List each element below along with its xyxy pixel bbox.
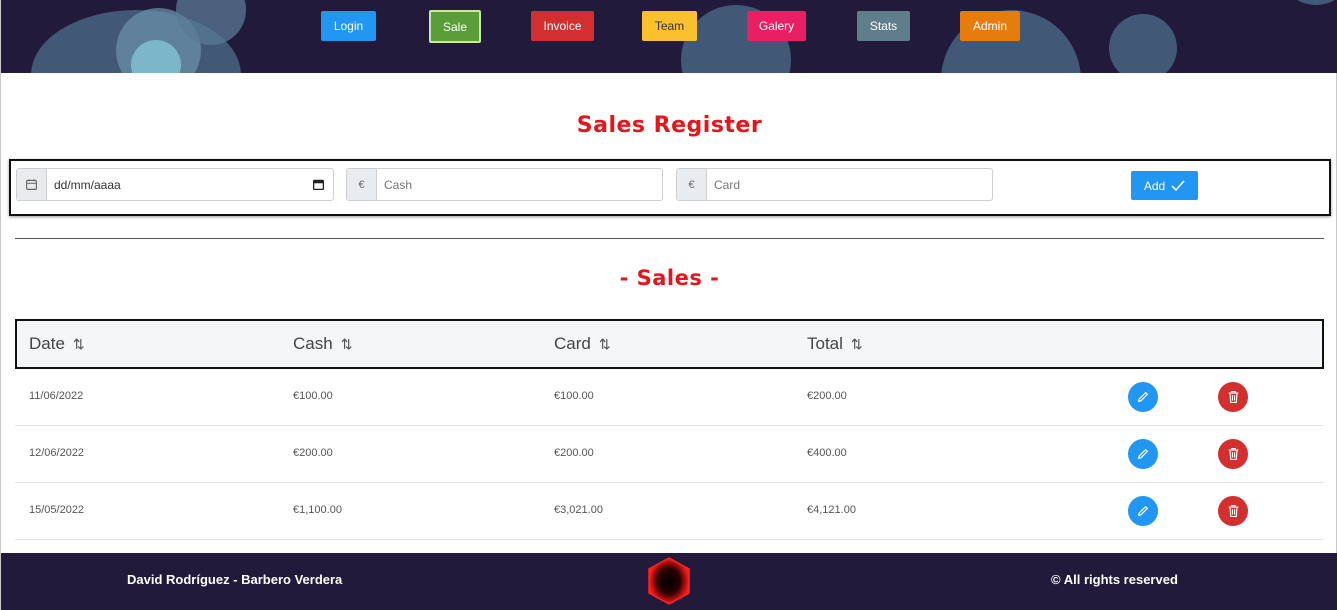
sales-title: - Sales - bbox=[619, 266, 720, 290]
sales-register-form: dd/mm/aaaa € Cash € Card Add bbox=[9, 159, 1331, 216]
cell-date: 15/05/2022 bbox=[29, 504, 85, 516]
add-label: Add bbox=[1143, 178, 1166, 193]
app-frame: Login Sale Invoice Team Galery Stats Adm… bbox=[0, 0, 1337, 610]
card-input-group: € Card bbox=[676, 168, 993, 201]
add-sale-button[interactable]: Add bbox=[1131, 171, 1198, 200]
pencil-icon bbox=[1138, 449, 1148, 459]
pencil-icon bbox=[1138, 506, 1148, 516]
cell-date: 11/06/2022 bbox=[29, 390, 84, 402]
nav-galery-button[interactable]: Galery bbox=[747, 11, 806, 41]
table-row: 15/05/2022 €1,100.00 €3,021.00 €4,121.00 bbox=[15, 483, 1324, 540]
header-date-label: Date bbox=[29, 334, 65, 353]
cell-cash: €1,100.00 bbox=[293, 504, 342, 516]
top-navbar: Login Sale Invoice Team Galery Stats Adm… bbox=[1, 0, 1337, 73]
edit-button[interactable] bbox=[1128, 496, 1158, 526]
sort-icon[interactable]: ⇅ bbox=[341, 336, 353, 353]
euro-addon: € bbox=[677, 169, 707, 200]
header-cash-label: Cash bbox=[293, 334, 333, 353]
table-row: 12/06/2022 €200.00 €200.00 €400.00 bbox=[15, 426, 1324, 483]
date-picker-icon[interactable] bbox=[312, 178, 325, 191]
nav-admin-button[interactable]: Admin bbox=[960, 11, 1020, 41]
trash-icon bbox=[1228, 448, 1238, 460]
cash-field[interactable]: Cash bbox=[377, 169, 662, 200]
table-row: 11/06/2022 €100.00 €100.00 €200.00 bbox=[15, 369, 1324, 426]
edit-button[interactable] bbox=[1128, 382, 1158, 412]
form-title: Sales Register bbox=[576, 113, 763, 138]
decorative-bubble bbox=[1109, 14, 1177, 73]
date-field[interactable]: dd/mm/aaaa bbox=[47, 169, 333, 200]
nav-login-button[interactable]: Login bbox=[321, 11, 376, 41]
euro-icon: € bbox=[358, 178, 365, 191]
delete-button[interactable] bbox=[1218, 439, 1248, 469]
cell-total: €4,121.00 bbox=[807, 504, 856, 516]
cell-date: 12/06/2022 bbox=[29, 447, 85, 459]
card-field[interactable]: Card bbox=[707, 169, 992, 200]
copyright-icon: © bbox=[1051, 572, 1061, 587]
rights-text: © All rights reserved bbox=[1051, 572, 1178, 587]
nav-stats-button[interactable]: Stats bbox=[857, 11, 910, 41]
cash-input-group: € Cash bbox=[346, 168, 663, 201]
pencil-icon bbox=[1138, 392, 1148, 402]
calendar-addon bbox=[17, 169, 47, 200]
delete-button[interactable] bbox=[1218, 496, 1248, 526]
card-placeholder: Card bbox=[714, 177, 741, 192]
header-cash[interactable]: Cash ⇅ bbox=[293, 334, 352, 354]
edit-button[interactable] bbox=[1128, 439, 1158, 469]
nav-sale-button[interactable]: Sale bbox=[429, 10, 481, 43]
header-total[interactable]: Total ⇅ bbox=[807, 334, 863, 354]
header-card[interactable]: Card ⇅ bbox=[554, 334, 611, 354]
cell-total: €400.00 bbox=[807, 447, 847, 459]
euro-addon: € bbox=[347, 169, 377, 200]
author-text: David Rodríguez - Barbero Verdera bbox=[127, 572, 343, 587]
cell-card: €200.00 bbox=[554, 447, 594, 459]
cell-total: €200.00 bbox=[807, 390, 847, 402]
delete-button[interactable] bbox=[1218, 382, 1248, 412]
table-header: Date ⇅ Cash ⇅ Card ⇅ Total ⇅ bbox=[15, 319, 1324, 369]
cash-placeholder: Cash bbox=[384, 177, 413, 192]
sort-icon[interactable]: ⇅ bbox=[851, 336, 863, 353]
trash-icon bbox=[1228, 391, 1238, 403]
cell-cash: €200.00 bbox=[293, 447, 333, 459]
header-total-label: Total bbox=[807, 334, 843, 353]
sort-icon[interactable]: ⇅ bbox=[73, 336, 85, 353]
logo-hexagon-icon bbox=[648, 557, 690, 605]
calendar-icon bbox=[26, 179, 37, 190]
header-card-label: Card bbox=[554, 334, 591, 353]
trash-icon bbox=[1228, 505, 1238, 517]
cell-card: €3,021.00 bbox=[554, 504, 603, 516]
cell-card: €100.00 bbox=[554, 390, 594, 402]
euro-icon: € bbox=[688, 178, 695, 191]
header-date[interactable]: Date ⇅ bbox=[29, 334, 85, 354]
nav-invoice-button[interactable]: Invoice bbox=[531, 11, 594, 41]
date-input-group: dd/mm/aaaa bbox=[16, 168, 334, 201]
sort-icon[interactable]: ⇅ bbox=[599, 336, 611, 353]
date-placeholder: dd/mm/aaaa bbox=[54, 177, 121, 192]
check-icon bbox=[1171, 179, 1185, 191]
rights-label: All rights reserved bbox=[1063, 572, 1178, 587]
decorative-bubble bbox=[1286, 0, 1337, 5]
nav-team-button[interactable]: Team bbox=[642, 11, 697, 41]
section-divider bbox=[15, 238, 1324, 239]
footer: David Rodríguez - Barbero Verdera © All … bbox=[1, 553, 1337, 610]
cell-cash: €100.00 bbox=[293, 390, 333, 402]
